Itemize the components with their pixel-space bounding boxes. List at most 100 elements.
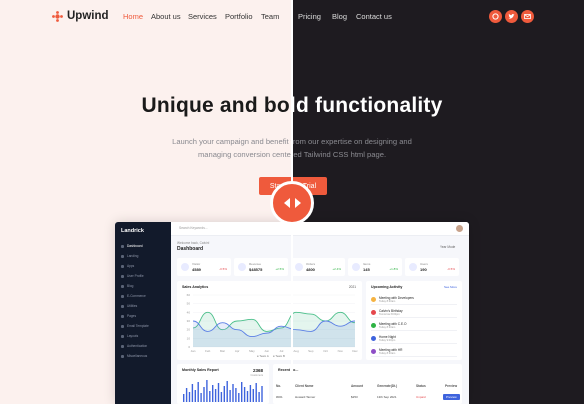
activity-item[interactable]: Meeting with C.E.O Today 8:30am <box>371 321 457 331</box>
cell-date: 13th Sep 2021 <box>377 395 397 399</box>
stat-card: Users 190 -0.5% <box>405 258 459 276</box>
calendar-icon <box>371 323 376 328</box>
col-preview: Preview <box>445 384 458 388</box>
nav-pricing[interactable]: Pricing <box>298 12 321 21</box>
bar <box>261 386 263 402</box>
sidebar-item-apps[interactable]: Apps <box>121 264 134 268</box>
x-tick-label: Nov <box>338 349 344 353</box>
dashboard-search[interactable]: Search Keywords... <box>179 226 229 232</box>
x-tick-label: Mar <box>220 349 225 353</box>
dashboard-sidebar: Landrick Dashboard Landing Apps User Pro… <box>115 222 171 404</box>
stat-card: Revenue $48575 +2.5% <box>234 258 288 276</box>
y-tick-label: 20 <box>187 328 191 332</box>
cell-amount: $253 <box>351 395 358 399</box>
activity-item[interactable]: Meeting with Developers Today 8:30am <box>371 295 457 305</box>
bar <box>183 394 185 402</box>
compare-slider-handle[interactable] <box>270 181 314 225</box>
monthly-sales-card: Monthly Sales Report 2368 Customers <box>177 364 269 404</box>
activity-item[interactable]: Meeting with HR Today 8:30am <box>371 347 457 357</box>
sidebar-item-dashboard[interactable]: Dashboard <box>121 244 143 248</box>
nav-about[interactable]: About us <box>151 12 181 21</box>
money-icon <box>238 263 246 271</box>
stat-card: Visitor 4589 -0.5% <box>177 258 231 276</box>
monthly-bar-chart <box>183 380 263 402</box>
bar <box>238 393 240 402</box>
stat-card: Items 145 +1.8% <box>348 258 402 276</box>
sidebar-item-email[interactable]: Email Template <box>121 324 149 328</box>
nav-blog[interactable]: Blog <box>332 12 347 21</box>
user-icon <box>181 263 189 271</box>
logo[interactable]: Upwind <box>52 10 109 22</box>
activity-item[interactable]: Home Night Today 9:00pm <box>371 334 457 344</box>
bar <box>255 383 257 402</box>
nav-contact[interactable]: Contact us <box>356 12 392 21</box>
sidebar-item-utilities[interactable]: Utilities <box>121 304 137 308</box>
mail-icon[interactable] <box>521 10 534 23</box>
stat-card: Orders 4800 +2.4% <box>291 258 345 276</box>
dashboard-brand: Landrick <box>121 228 144 234</box>
activity-card: Upcoming Activity See More Meeting with … <box>366 281 462 360</box>
x-tick-label: Apr <box>235 349 240 353</box>
sidebar-item-blog[interactable]: Blog <box>121 284 133 288</box>
bar <box>206 380 208 402</box>
social-links <box>489 10 534 23</box>
cell-no: #001 <box>276 395 283 399</box>
bar <box>220 392 223 402</box>
bar <box>203 387 205 402</box>
x-tick-label: Sep <box>308 349 314 353</box>
nav-portfolio[interactable]: Portfolio <box>225 12 253 21</box>
cart-icon <box>295 263 303 271</box>
x-tick-label: Feb <box>205 349 211 353</box>
sidebar-item-auth[interactable]: Authentication <box>121 344 147 348</box>
x-tick-label: Jan <box>191 349 196 353</box>
recent-table-card: Recent Lo... No. Client Name Amount Gene… <box>273 364 462 404</box>
bar <box>194 390 196 402</box>
sales-chart: 6050403020100Jan Feb Mar Apr May Jun Jul Aug Sep… <box>187 293 359 358</box>
bar <box>200 393 202 402</box>
x-tick-label: Aug <box>293 349 299 353</box>
calendar-icon <box>371 297 376 302</box>
dashboard-title: Dashboard <box>177 246 204 252</box>
nav-team[interactable]: Team <box>261 12 279 21</box>
nav-services[interactable]: Services <box>188 12 217 21</box>
sidebar-item-pages[interactable]: Pages <box>121 314 136 318</box>
y-tick-label: 10 <box>187 336 191 340</box>
y-tick-label: 30 <box>187 319 191 323</box>
legend-entry: ● Team A <box>257 354 269 358</box>
github-icon[interactable] <box>489 10 502 23</box>
col-status: Status <box>416 384 426 388</box>
nav-home[interactable]: Home <box>123 12 143 21</box>
see-more-link[interactable]: See More <box>444 285 457 289</box>
bar <box>232 384 234 402</box>
twitter-icon[interactable] <box>505 10 518 23</box>
arrow-right-icon <box>294 198 301 208</box>
bar <box>185 388 188 402</box>
bar <box>241 382 243 402</box>
sidebar-item-layouts[interactable]: Layouts <box>121 334 138 338</box>
col-date: Generate(Dt.) <box>377 384 398 388</box>
bar <box>209 391 211 402</box>
period-select[interactable]: Year Mode <box>440 245 455 249</box>
preview-button[interactable]: Preview <box>443 394 460 400</box>
bar <box>235 388 237 402</box>
bar <box>226 381 228 402</box>
bar <box>252 389 254 402</box>
dashboard-topbar: Search Keywords... <box>171 222 469 236</box>
bar <box>191 384 194 402</box>
status-badge: Unpaid <box>416 395 426 399</box>
bar <box>197 382 199 402</box>
bar <box>258 392 260 402</box>
avatar[interactable] <box>456 225 463 232</box>
sidebar-item-ecommerce[interactable]: E-Commerce <box>121 294 146 298</box>
sidebar-item-landing[interactable]: Landing <box>121 254 138 258</box>
recent-title: Recent Lo... <box>278 368 299 372</box>
sidebar-item-profile[interactable]: User Profile <box>121 274 144 278</box>
calendar-icon <box>371 310 376 315</box>
sidebar-item-misc[interactable]: Miscellaneous <box>121 354 147 358</box>
box-icon <box>352 263 360 271</box>
x-tick-label: Jul <box>279 349 283 353</box>
calendar-icon <box>371 349 376 354</box>
x-tick-label: May <box>249 349 255 353</box>
logo-text: Upwind <box>67 10 109 22</box>
activity-item[interactable]: Calvin's Birthday Tomorrow 8:00pm <box>371 308 457 318</box>
